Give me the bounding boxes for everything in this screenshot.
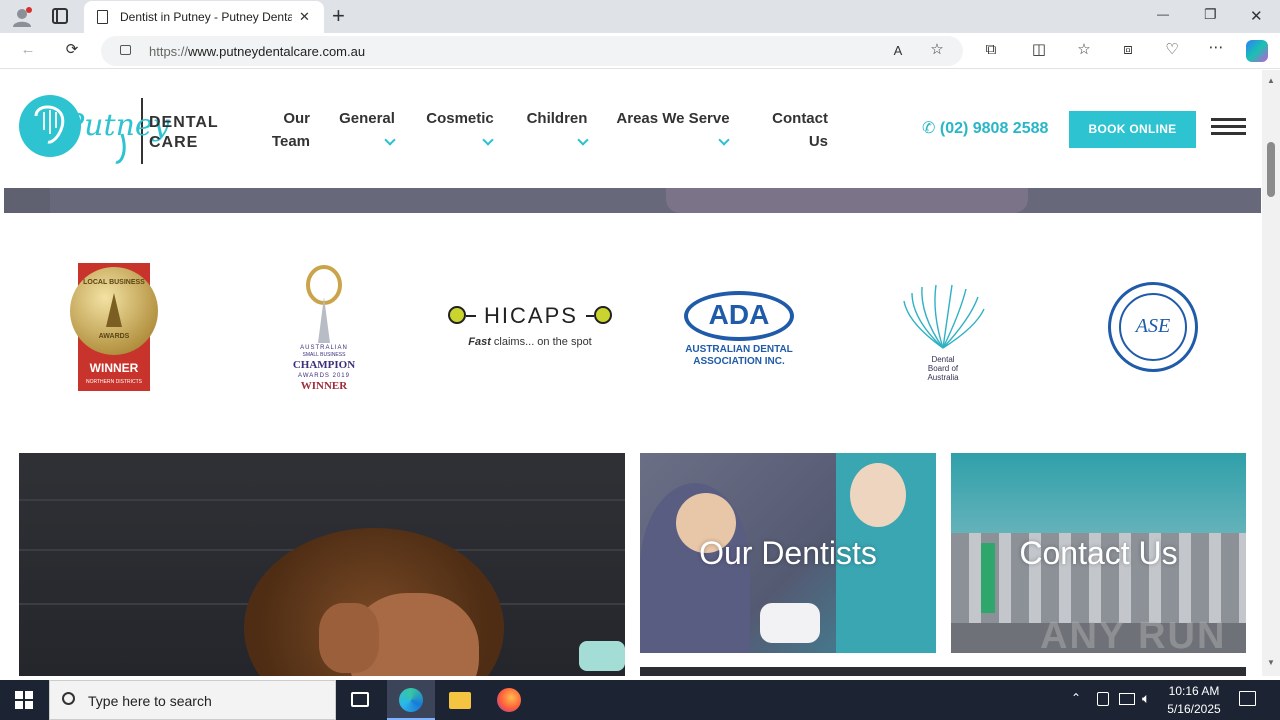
taskbar-search-placeholder: Type here to search	[88, 693, 212, 709]
back-icon[interactable]: ←	[18, 42, 38, 58]
next-tile-top	[640, 667, 1246, 676]
windows-start-icon[interactable]	[15, 691, 33, 709]
phone-number[interactable]: ✆ (02) 9808 2588	[922, 118, 1048, 138]
more-options-icon[interactable]: ⋯	[1206, 40, 1226, 56]
notifications-icon[interactable]	[1239, 691, 1256, 706]
new-tab-icon[interactable]: +	[332, 3, 345, 29]
extensions-icon[interactable]: ⧉	[981, 42, 1001, 58]
tray-chevron-up-icon[interactable]: ⌃	[1071, 691, 1081, 705]
smiling-woman-image[interactable]	[19, 453, 625, 676]
site-header: Putney DENTAL CARE Our Team General Cosme…	[0, 70, 1262, 188]
dental-board-logo: Dental Board of Australia	[898, 283, 988, 383]
local-business-award-badge: LOCAL BUSINESS AWARDS WINNER NORTHERN DI…	[70, 263, 158, 391]
our-dentists-tile[interactable]: Our Dentists	[640, 453, 936, 653]
read-aloud-icon[interactable]: A	[888, 43, 908, 59]
profile-avatar[interactable]	[11, 6, 33, 28]
our-dentists-label[interactable]: Our Dentists	[640, 535, 936, 572]
hicaps-logo: HICAPS Fast claims... on the spot	[448, 303, 612, 355]
taskbar-search-box[interactable]: Type here to search	[49, 680, 336, 720]
copilot-icon[interactable]	[1246, 40, 1268, 62]
tray-device-icon[interactable]	[1097, 692, 1109, 706]
chevron-down-icon[interactable]	[577, 134, 589, 146]
logo-text-care: CARE	[149, 134, 199, 151]
split-screen-icon[interactable]: ◫	[1029, 42, 1049, 58]
accreditation-logos: LOCAL BUSINESS AWARDS WINNER NORTHERN DI…	[0, 213, 1262, 453]
dental-society-seal: ASE	[1108, 282, 1198, 372]
volume-icon[interactable]: 🔈︎	[1142, 690, 1150, 707]
browser-toolbar: ← ⟳ https://www.putneydentalcare.com.au …	[0, 33, 1280, 69]
collections-icon[interactable]: ⧈	[1118, 42, 1138, 58]
nav-areas-we-serve[interactable]: Areas We Serve	[613, 107, 733, 130]
favorite-star-icon[interactable]: ☆	[927, 42, 947, 58]
scroll-up-icon[interactable]: ▲	[1267, 76, 1275, 85]
file-explorer-icon[interactable]	[449, 692, 471, 709]
watermark-text: ANY RUN	[1040, 615, 1227, 657]
refresh-icon[interactable]: ⟳	[62, 42, 82, 58]
tab-title: Dentist in Putney - Putney Dental	[120, 10, 292, 24]
lock-icon	[120, 45, 131, 55]
scroll-thumb[interactable]	[1267, 142, 1275, 197]
page-icon	[97, 10, 108, 24]
phone-icon: ✆	[922, 120, 936, 137]
logo-text-dental: DENTAL	[149, 114, 219, 131]
tab-close-icon[interactable]: ✕	[299, 9, 310, 25]
dental-board-fan-icon	[903, 284, 985, 349]
nav-general[interactable]: General	[336, 107, 398, 130]
window-close-icon[interactable]: ✕	[1250, 7, 1263, 25]
windows-taskbar: Type here to search ⌃ 🔈︎ 10:16 AM 5/16/2…	[0, 680, 1280, 720]
ada-logo: ADA AUSTRALIAN DENTAL ASSOCIATION INC.	[683, 291, 795, 369]
browser-tab-bar: Dentist in Putney - Putney Dental ✕ + — …	[0, 0, 1280, 33]
champion-figure-icon	[306, 265, 342, 343]
scroll-down-icon[interactable]: ▼	[1267, 658, 1275, 667]
hero-image-bottom	[4, 188, 1261, 213]
contact-us-label[interactable]: Contact Us	[951, 535, 1246, 572]
restore-icon[interactable]: ❐	[1204, 6, 1217, 23]
nav-our-team[interactable]: Our Team	[262, 107, 310, 153]
small-business-champion-badge: AUSTRALIAN SMALL BUSINESS CHAMPION AWARD…	[288, 263, 360, 393]
firefox-icon[interactable]	[497, 688, 521, 712]
site-logo[interactable]: Putney DENTAL CARE	[18, 94, 223, 166]
chevron-down-icon[interactable]	[384, 134, 396, 146]
nav-children[interactable]: Children	[522, 107, 592, 130]
nav-cosmetic[interactable]: Cosmetic	[424, 107, 496, 130]
search-icon	[62, 692, 75, 705]
browser-essentials-icon[interactable]: ♡	[1162, 42, 1182, 58]
address-bar[interactable]: https://www.putneydentalcare.com.au A ☆	[101, 36, 963, 66]
minimize-icon[interactable]: —	[1157, 7, 1169, 21]
network-icon[interactable]	[1119, 693, 1135, 705]
book-online-button[interactable]: BOOK ONLINE	[1069, 111, 1196, 148]
clock-time[interactable]: 10:16 AM	[1159, 684, 1229, 698]
page-scrollbar[interactable]: ▲ ▼	[1262, 70, 1280, 676]
task-view-icon[interactable]	[351, 692, 369, 707]
chevron-down-icon[interactable]	[482, 134, 494, 146]
chevron-down-icon[interactable]	[718, 134, 730, 146]
edge-taskbar-icon[interactable]	[387, 680, 435, 720]
clock-date[interactable]: 5/16/2025	[1159, 702, 1229, 716]
favorites-icon[interactable]: ☆	[1074, 42, 1094, 58]
nav-contact-us[interactable]: Contact Us	[762, 107, 828, 153]
browser-tab-active[interactable]: Dentist in Putney - Putney Dental ✕	[84, 1, 324, 33]
url-text: https://www.putneydentalcare.com.au	[149, 44, 366, 59]
web-page: Putney DENTAL CARE Our Team General Cosme…	[0, 70, 1262, 676]
tab-actions-icon[interactable]	[52, 8, 68, 24]
